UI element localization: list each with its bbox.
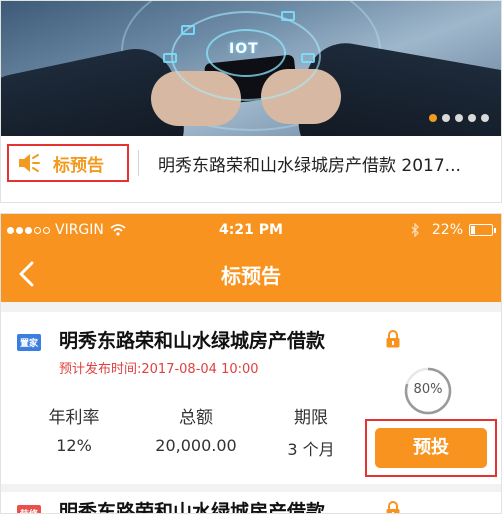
loan-tag-badge: 置家 [17, 334, 42, 351]
banner-image[interactable]: IOT [1, 1, 501, 136]
notice-bar[interactable]: 标预告 明秀东路荣和山水绿城房产借款 2017... [1, 138, 501, 188]
stat-label: 年利率 [48, 408, 100, 428]
stat-value: 20,000.00 [155, 436, 237, 455]
device-icon [301, 53, 315, 63]
battery-percent: 22% [431, 222, 463, 238]
stat-rate: 年利率 12% [29, 403, 119, 455]
battery-icon [469, 224, 496, 236]
carousel-dot[interactable] [429, 114, 437, 122]
carousel-dots [429, 114, 489, 122]
status-right: 22% [410, 222, 496, 238]
publish-time-label: 预计发布时间: [59, 362, 142, 377]
bluetooth-icon [411, 223, 419, 237]
status-bar: VIRGIN 4:21 PM 22% [1, 214, 501, 246]
invest-highlight: 预投 [365, 419, 497, 477]
carousel-dot[interactable] [481, 114, 489, 122]
notice-label: 标预告 [53, 155, 104, 176]
lock-icon [386, 330, 400, 348]
speaker-icon [17, 152, 41, 174]
stat-term: 期限 3 个月 [271, 403, 351, 460]
banner-overlay-text: IOT [229, 41, 259, 57]
notice-text[interactable]: 明秀东路荣和山水绿城房产借款 2017... [158, 151, 493, 176]
loan-card[interactable]: 置家 明秀东路荣和山水绿城房产借款 预计发布时间:2017-08-04 10:0… [1, 312, 501, 484]
loan-title[interactable]: 明秀东路荣和山水绿城房产借款 [59, 326, 325, 353]
divider [138, 150, 139, 176]
page-title: 标预告 [221, 264, 281, 288]
stat-amount: 总额 20,000.00 [141, 403, 251, 455]
progress-percent: 80% [413, 382, 443, 397]
publish-time: 预计发布时间:2017-08-04 10:00 [59, 358, 259, 377]
cloud-icon [181, 25, 195, 35]
notice-label-box[interactable]: 标预告 [7, 144, 129, 182]
carousel-dot[interactable] [468, 114, 476, 122]
stat-label: 期限 [294, 408, 328, 428]
loan-card-next[interactable]: 装修 明秀东路荣和山水绿城房产借款 [1, 492, 501, 513]
stat-value: 3 个月 [287, 440, 335, 459]
network-icon [163, 53, 177, 63]
carousel-dot[interactable] [442, 114, 450, 122]
publish-time-value: 2017-08-04 10:00 [141, 362, 259, 377]
phone-screen: VIRGIN 4:21 PM 22% 标预告 置家 明秀东路荣和山水绿城房产借款 [0, 213, 502, 514]
nav-bar: 标预告 [1, 246, 501, 302]
mail-icon [281, 11, 295, 21]
top-panel: IOT 标预告 明秀东路荣和山水绿城房产借款 2017... [0, 0, 502, 203]
lock-icon [386, 501, 400, 513]
loan-tag-badge: 装修 [17, 505, 42, 513]
carousel-dot[interactable] [455, 114, 463, 122]
loan-title[interactable]: 明秀东路荣和山水绿城房产借款 [59, 497, 325, 513]
stat-label: 总额 [179, 408, 213, 428]
pre-invest-button[interactable]: 预投 [375, 428, 487, 468]
stat-value: 12% [56, 436, 92, 455]
